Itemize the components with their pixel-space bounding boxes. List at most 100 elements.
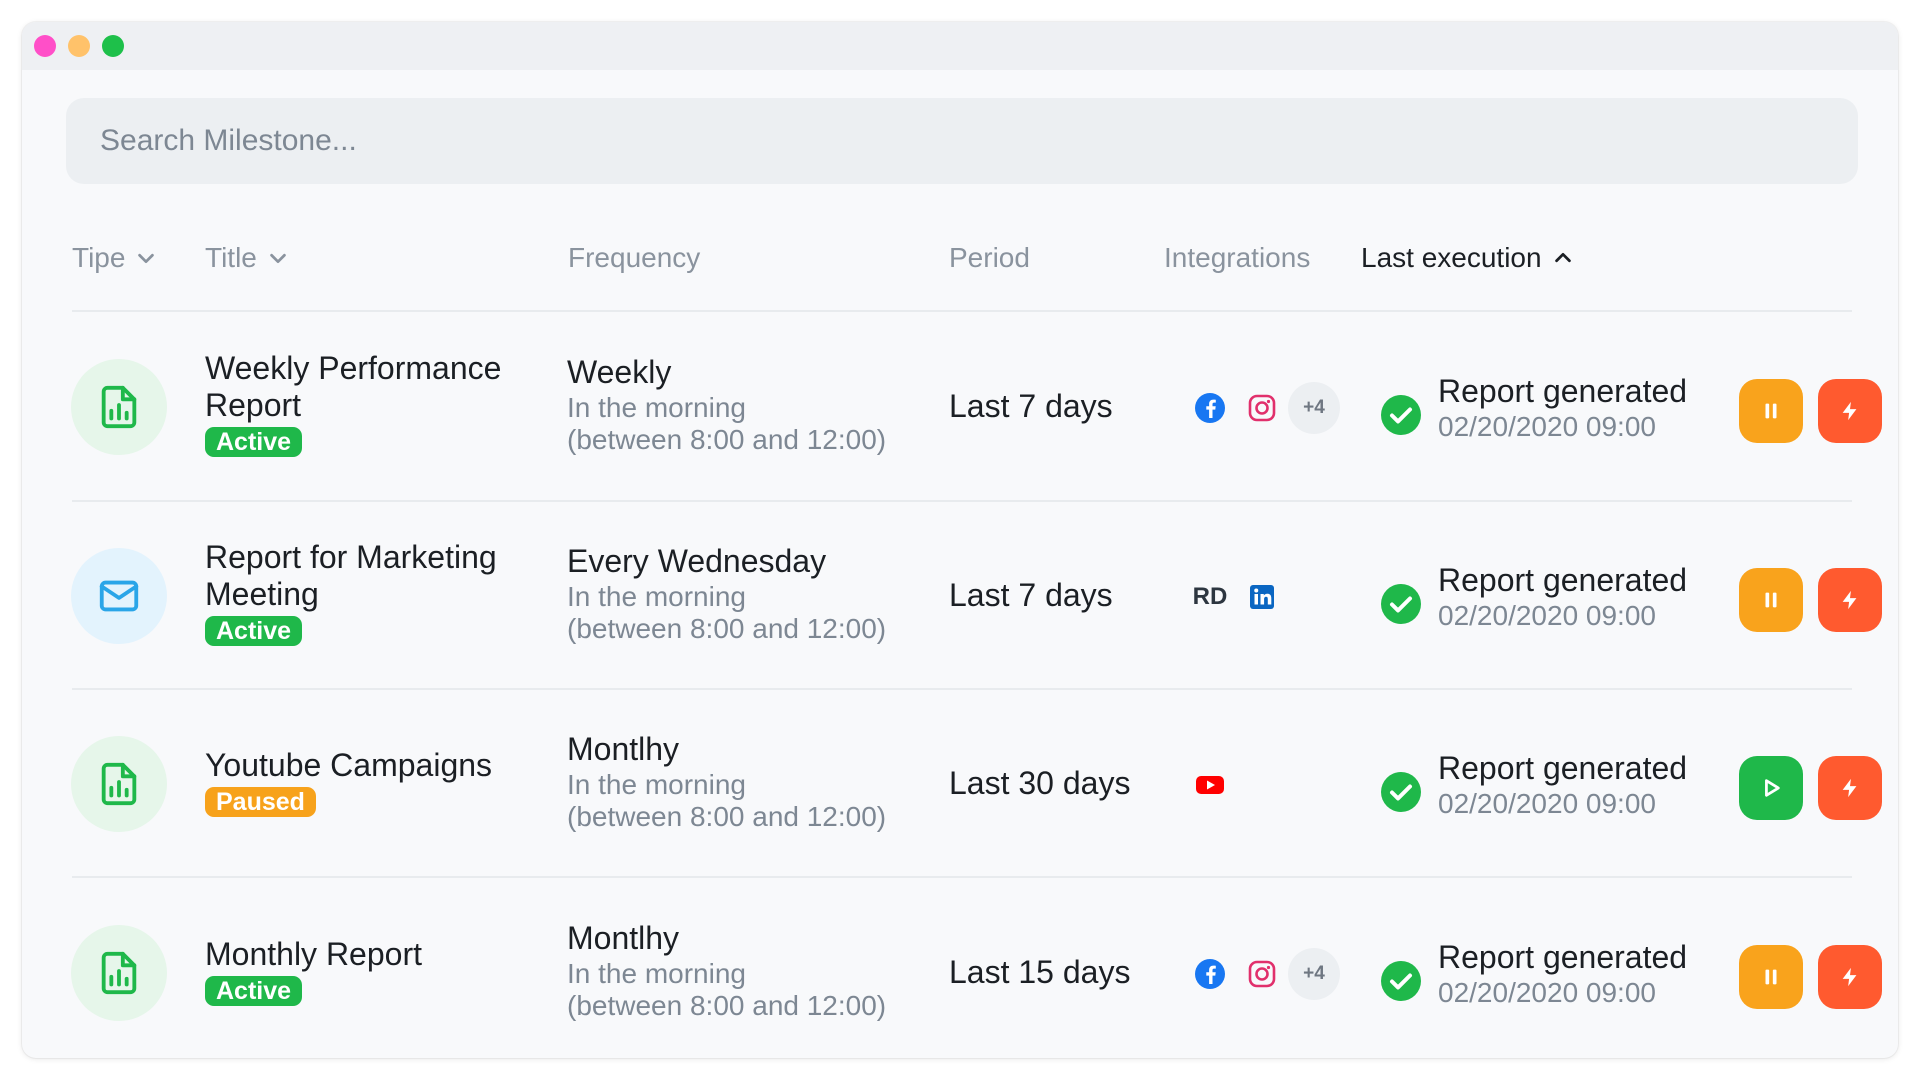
frequency-time: In the morning — [567, 958, 746, 989]
run-now-button[interactable] — [1818, 568, 1882, 632]
maximize-window-button[interactable] — [102, 35, 124, 57]
period-value: Last 7 days — [949, 577, 1113, 613]
period-value: Last 30 days — [949, 765, 1131, 801]
integration-instagram[interactable] — [1236, 382, 1288, 434]
integration-facebook[interactable] — [1184, 948, 1236, 1000]
play-icon — [1765, 779, 1780, 797]
run-now-button[interactable] — [1818, 756, 1882, 820]
table-row[interactable]: Weekly Performance Report Active Weekly … — [22, 312, 1898, 500]
run-now-button[interactable] — [1818, 379, 1882, 443]
integration-linkedin[interactable] — [1236, 571, 1288, 623]
frequency-window: (between 8:00 and 12:00) — [567, 801, 887, 832]
last-execution-status: Report generated — [1438, 562, 1688, 598]
youtube-icon — [1196, 776, 1224, 794]
more-integrations-badge[interactable]: +4 — [1288, 382, 1340, 434]
column-header-period[interactable]: Period — [949, 242, 1030, 274]
lightning-icon — [1842, 778, 1857, 798]
integrations-list: +4 — [1184, 948, 1340, 1000]
column-header-type[interactable]: Tipe — [72, 242, 157, 274]
check-circle-icon — [1381, 961, 1421, 1001]
frequency-block: Montlhy In the morning (between 8:00 and… — [567, 918, 937, 1022]
type-report — [71, 925, 167, 1021]
facebook-icon — [1195, 959, 1225, 989]
status-badge: Active — [205, 976, 303, 1006]
column-header-type-label: Tipe — [72, 242, 126, 273]
frequency-block: Montlhy In the morning (between 8:00 and… — [567, 729, 937, 833]
frequency-block: Every Wednesday In the morning (between … — [567, 541, 937, 645]
last-execution-status: Report generated — [1438, 750, 1688, 786]
frequency-window: (between 8:00 and 12:00) — [567, 424, 887, 455]
pause-button[interactable] — [1739, 379, 1803, 443]
frequency-window: (between 8:00 and 12:00) — [567, 990, 887, 1021]
column-header-integrations[interactable]: Integrations — [1164, 242, 1310, 274]
table-header: Tipe Title Frequency Period Integrations… — [22, 242, 1898, 282]
column-header-last-execution[interactable]: Last execution — [1361, 242, 1574, 274]
integration-facebook[interactable] — [1184, 382, 1236, 434]
column-header-period-label: Period — [949, 242, 1030, 273]
lightning-icon — [1842, 590, 1857, 610]
frequency-block: Weekly In the morning (between 8:00 and … — [567, 352, 937, 456]
status-badge: Active — [205, 427, 303, 457]
column-header-last-execution-label: Last execution — [1361, 242, 1542, 273]
column-header-title-label: Title — [205, 242, 257, 273]
status-badge: Active — [205, 616, 303, 646]
lightning-icon — [1842, 967, 1857, 987]
report-title-block: Report for Marketing Meeting Active — [205, 539, 545, 646]
frequency-time: In the morning — [567, 769, 746, 800]
frequency-time: In the morning — [567, 392, 746, 423]
mail-icon — [99, 580, 139, 612]
last-execution-text: Report generated 02/20/2020 09:00 — [1438, 938, 1687, 1010]
last-execution-text: Report generated 02/20/2020 09:00 — [1438, 749, 1687, 821]
minimize-window-button[interactable] — [68, 35, 90, 57]
chevron-down-icon — [138, 253, 155, 264]
report-chart-icon — [101, 385, 137, 429]
rd-station-icon[interactable]: RD — [1184, 571, 1236, 623]
integrations-list: +4 — [1184, 382, 1340, 434]
column-header-frequency[interactable]: Frequency — [568, 242, 700, 274]
report-title[interactable]: Report for Marketing Meeting — [205, 539, 545, 613]
report-title[interactable]: Weekly Performance Report — [205, 350, 545, 424]
play-button[interactable] — [1739, 756, 1803, 820]
last-execution-text: Report generated 02/20/2020 09:00 — [1438, 561, 1687, 633]
pause-icon — [1765, 969, 1777, 985]
run-now-button[interactable] — [1818, 945, 1882, 1009]
facebook-icon — [1195, 393, 1225, 423]
table-row[interactable]: Report for Marketing Meeting Active Ever… — [22, 501, 1898, 689]
report-chart-icon — [101, 762, 137, 806]
search-input[interactable] — [66, 98, 1858, 184]
check-circle-icon — [1381, 584, 1421, 624]
frequency-label: Every Wednesday — [567, 543, 827, 579]
integrations-list: RD — [1184, 571, 1288, 623]
frequency-label: Montlhy — [567, 731, 680, 767]
column-header-frequency-label: Frequency — [568, 242, 701, 273]
pause-button[interactable] — [1739, 945, 1803, 1009]
report-title[interactable]: Monthly Report — [205, 936, 545, 973]
frequency-label: Weekly — [567, 354, 672, 390]
status-badge: Paused — [205, 787, 316, 817]
check-circle-icon — [1381, 395, 1421, 435]
title-bar — [22, 22, 1898, 70]
last-execution-date: 02/20/2020 09:00 — [1438, 977, 1656, 1008]
column-header-title[interactable]: Title — [205, 242, 289, 274]
pause-icon — [1765, 403, 1777, 419]
last-execution-status: Report generated — [1438, 939, 1688, 975]
close-window-button[interactable] — [34, 35, 56, 57]
period-value: Last 7 days — [949, 388, 1113, 424]
table-row[interactable]: Monthly Report Active Montlhy In the mor… — [22, 878, 1898, 1058]
last-execution-date: 02/20/2020 09:00 — [1438, 411, 1656, 442]
lightning-icon — [1842, 401, 1857, 421]
chevron-down-icon — [270, 253, 286, 264]
table-row[interactable]: Youtube Campaigns Paused Montlhy In the … — [22, 689, 1898, 877]
last-execution-date: 02/20/2020 09:00 — [1438, 788, 1656, 819]
pause-button[interactable] — [1739, 568, 1803, 632]
type-report — [71, 736, 167, 832]
chevron-up-icon — [1554, 252, 1571, 263]
report-title[interactable]: Youtube Campaigns — [205, 747, 545, 784]
last-execution-status: Report generated — [1438, 373, 1688, 409]
frequency-window: (between 8:00 and 12:00) — [567, 613, 887, 644]
frequency-time: In the morning — [567, 581, 746, 612]
integration-instagram[interactable] — [1236, 948, 1288, 1000]
more-integrations-badge[interactable]: +4 — [1288, 948, 1340, 1000]
integration-youtube[interactable] — [1184, 759, 1236, 811]
report-title-block: Weekly Performance Report Active — [205, 350, 545, 457]
